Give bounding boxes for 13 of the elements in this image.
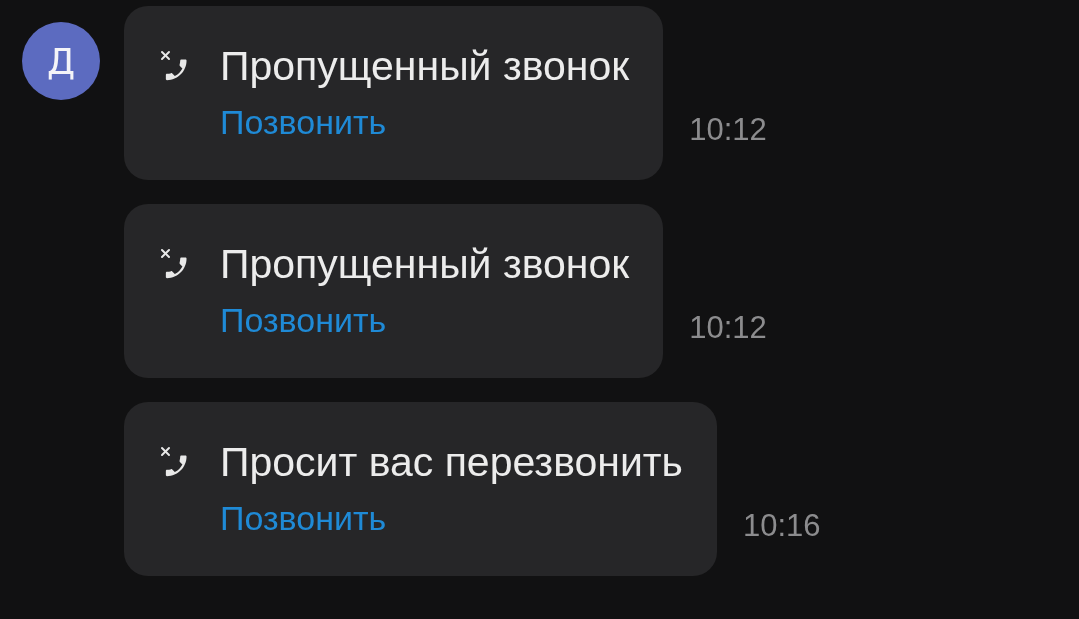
message-time: 10:12 [689, 112, 767, 148]
avatar: Д [22, 22, 100, 100]
message-time: 10:12 [689, 310, 767, 346]
missed-call-icon [160, 446, 190, 478]
call-link[interactable]: Позвонить [220, 94, 387, 150]
message-time: 10:16 [743, 508, 821, 544]
message-title: Пропущенный звонок [220, 240, 630, 289]
message-title: Просит вас перезвонить [220, 438, 683, 487]
call-link[interactable]: Позвонить [220, 292, 387, 348]
call-link[interactable]: Позвонить [220, 490, 387, 546]
missed-call-icon [160, 248, 190, 280]
missed-call-icon [160, 50, 190, 82]
message-title: Пропущенный звонок [220, 42, 630, 91]
